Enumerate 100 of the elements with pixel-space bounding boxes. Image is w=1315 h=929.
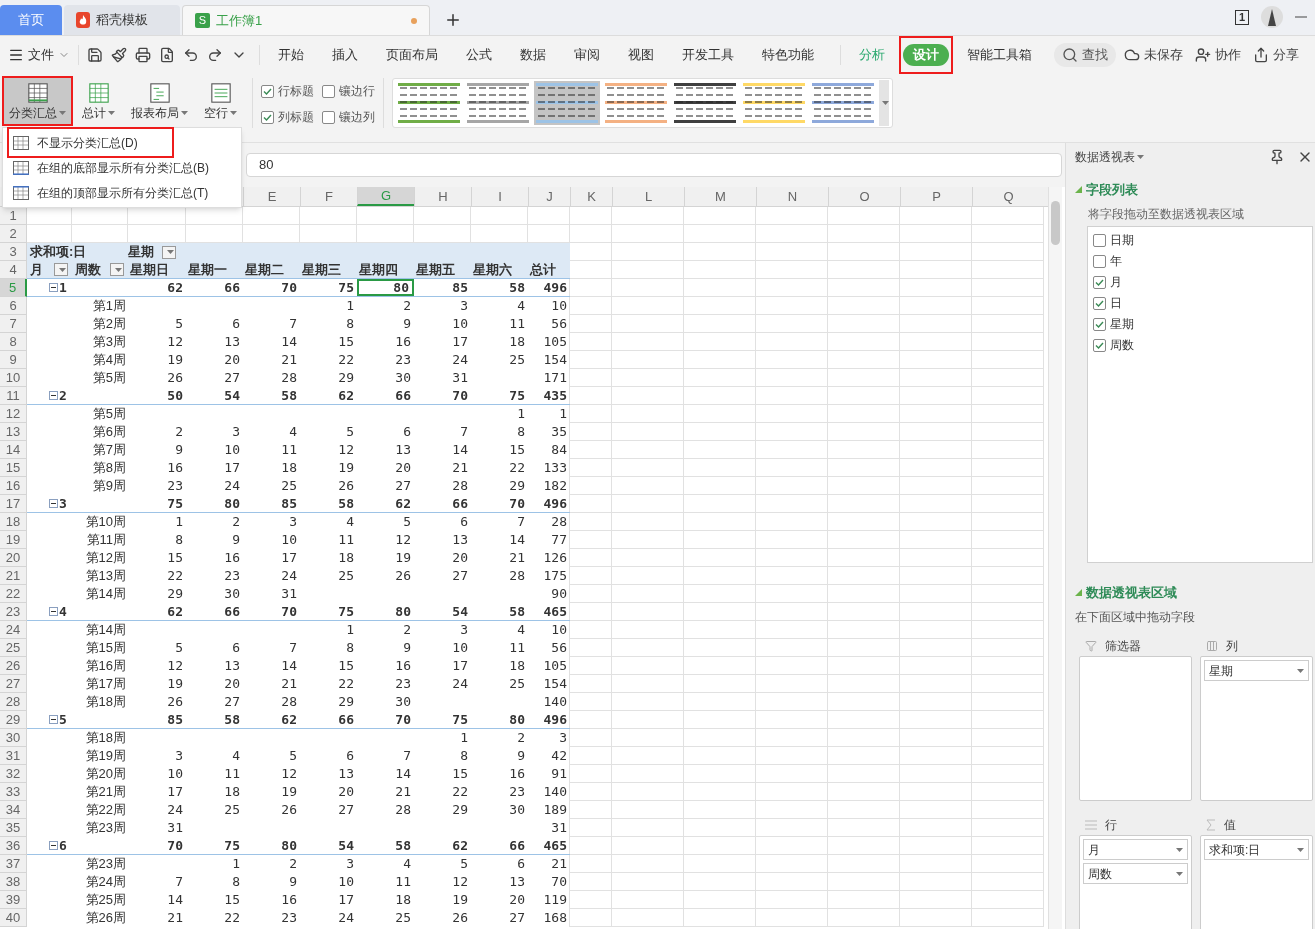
checkbox[interactable] [322,84,335,98]
ribbon-tab[interactable]: 设计 [903,44,949,66]
ribbon-tab[interactable]: 开始 [268,44,314,66]
row-number[interactable]: 22 [0,585,27,603]
avatar[interactable] [1261,6,1283,28]
row-number[interactable]: 26 [0,657,27,675]
checkbox[interactable] [261,84,274,98]
row-number[interactable]: 14 [0,441,27,459]
table-style-swatch[interactable] [534,81,600,125]
row-number[interactable]: 37 [0,855,27,873]
column-header[interactable]: M [684,187,756,206]
menu-item[interactable]: 在组的底部显示所有分类汇总(B) [9,156,213,179]
document-tab[interactable]: S 工作簿1 [182,5,430,35]
row-number[interactable]: 23 [0,603,27,621]
document-tab[interactable]: 首页 [0,5,62,35]
document-tab[interactable]: 稻壳模板 [64,5,180,35]
row-number[interactable]: 9 [0,351,27,369]
collapse-icon[interactable] [49,715,58,724]
row-number[interactable]: 12 [0,405,27,423]
column-header[interactable]: N [756,187,828,206]
menu-item[interactable]: 在组的顶部显示所有分类汇总(T) [9,181,213,204]
collapse-icon[interactable] [49,391,58,400]
menu-item[interactable]: 不显示分类汇总(D) [9,131,142,154]
row-number[interactable]: 33 [0,783,27,801]
field-chip[interactable]: 周数 [1083,863,1188,884]
ribbon-button[interactable]: 分类汇总 [4,78,71,124]
filter-dropdown[interactable] [162,245,176,259]
checkbox[interactable] [1093,317,1106,331]
checkbox[interactable] [322,110,335,124]
row-number[interactable]: 3 [0,243,27,261]
brush-icon[interactable] [111,47,127,63]
checkbox[interactable] [1093,338,1106,352]
column-header[interactable]: K [570,187,612,206]
row-number[interactable]: 7 [0,315,27,333]
drop-area[interactable]: 星期 [1200,656,1313,801]
row-number[interactable]: 10 [0,369,27,387]
new-tab-icon[interactable] [444,11,462,29]
row-number[interactable]: 21 [0,567,27,585]
checkbox[interactable] [1093,233,1106,247]
row-number[interactable]: 6 [0,297,27,315]
redo-icon[interactable] [207,47,223,63]
row-number[interactable]: 4 [0,261,27,279]
ribbon-tab[interactable]: 分析 [849,44,895,66]
row-number[interactable]: 18 [0,513,27,531]
ribbon-tab[interactable]: 视图 [618,44,664,66]
row-number[interactable]: 32 [0,765,27,783]
ribbon-button[interactable]: 报表布局 [126,78,193,124]
row-number[interactable]: 15 [0,459,27,477]
save-icon[interactable] [87,47,103,63]
field-chip[interactable]: 星期 [1204,660,1309,681]
row-number[interactable]: 13 [0,423,27,441]
row-number[interactable]: 36 [0,837,27,855]
column-header[interactable]: I [471,187,528,206]
toolbar-action[interactable]: 分享 [1253,45,1299,65]
field-chip[interactable]: 月 [1083,839,1188,860]
row-number[interactable]: 8 [0,333,27,351]
row-number[interactable]: 30 [0,729,27,747]
column-header[interactable]: O [828,187,900,206]
column-header[interactable]: L [612,187,684,206]
vertical-scrollbar[interactable] [1048,187,1062,929]
window-count-badge[interactable]: 1 [1234,9,1249,25]
row-number[interactable]: 2 [0,225,27,243]
row-number[interactable]: 20 [0,549,27,567]
ribbon-tab[interactable]: 审阅 [564,44,610,66]
gallery-scroll-button[interactable] [879,80,889,126]
drop-area[interactable]: 求和项:日 [1200,835,1313,929]
table-style-swatch[interactable] [603,81,669,125]
row-number[interactable]: 34 [0,801,27,819]
collapse-icon[interactable] [49,841,58,850]
field-chip[interactable]: 求和项:日 [1204,839,1309,860]
ribbon-tab[interactable]: 公式 [456,44,502,66]
ribbon-button[interactable]: 空行 [199,78,242,124]
print-icon[interactable] [135,47,151,63]
table-style-swatch[interactable] [465,81,531,125]
formula-input[interactable]: 80 [246,153,1062,177]
row-number[interactable]: 38 [0,873,27,891]
ribbon-tab[interactable]: 特色功能 [752,44,824,66]
panel-title[interactable]: 数据透视表 [1075,148,1144,167]
column-header[interactable]: E [243,187,300,206]
drop-area[interactable]: 月 周数 [1079,835,1192,929]
print-preview-icon[interactable] [159,47,175,63]
ribbon-tab[interactable]: 智能工具箱 [957,44,1042,66]
table-style-swatch[interactable] [396,81,462,125]
checkbox[interactable] [1093,275,1106,289]
column-header[interactable]: J [528,187,570,206]
row-number[interactable]: 39 [0,891,27,909]
column-header[interactable]: Q [972,187,1044,206]
ribbon-tab[interactable]: 插入 [322,44,368,66]
row-number[interactable]: 24 [0,621,27,639]
row-number[interactable]: 19 [0,531,27,549]
file-menu[interactable]: 文件 [8,45,74,65]
row-number[interactable]: 29 [0,711,27,729]
column-header[interactable]: H [414,187,471,206]
row-number[interactable]: 16 [0,477,27,495]
ribbon-tab[interactable]: 页面布局 [376,44,448,66]
filter-dropdown[interactable] [110,263,124,276]
column-header[interactable]: P [900,187,972,206]
ribbon-button[interactable]: 总计 [77,78,120,124]
collapse-icon[interactable] [49,607,58,616]
checkbox[interactable] [261,110,274,124]
